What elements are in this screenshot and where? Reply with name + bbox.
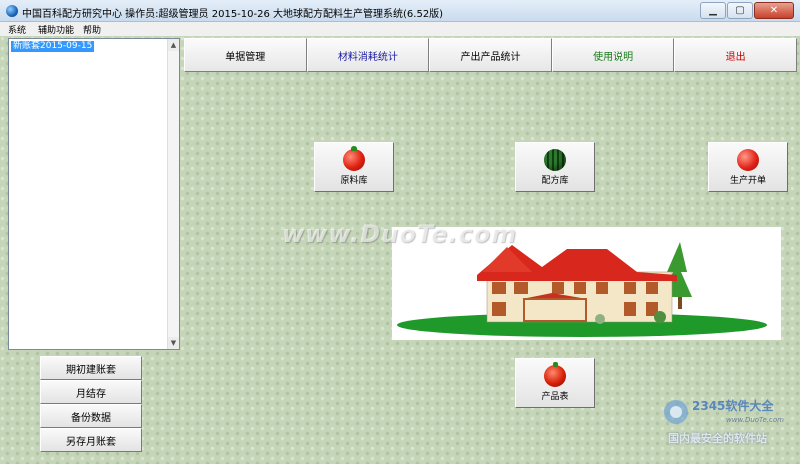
formula-library-button[interactable]: 配方库 bbox=[515, 142, 595, 192]
tomato-icon bbox=[343, 146, 365, 171]
watermelon-icon bbox=[544, 149, 566, 171]
list-item[interactable]: 新账套2015-09-15 bbox=[11, 41, 95, 52]
minimize-button[interactable]: ▁ bbox=[700, 2, 726, 19]
corner-brand: 2345软件大全 bbox=[692, 398, 774, 413]
menu-tools[interactable]: 辅助功能 bbox=[38, 23, 74, 36]
apple-icon bbox=[737, 149, 759, 171]
tab-instructions[interactable]: 使用说明 bbox=[551, 38, 675, 72]
corner-slogan: 国内最安全的软件站 bbox=[668, 432, 767, 445]
scroll-down-icon[interactable]: ▼ bbox=[168, 337, 179, 349]
production-order-label: 生产开单 bbox=[729, 176, 766, 186]
corner-url: www.DuoTe.com bbox=[726, 416, 784, 424]
close-button[interactable]: ✕ bbox=[754, 2, 794, 19]
save-month-account-button[interactable]: 另存月账套 bbox=[40, 428, 142, 452]
create-account-set-button[interactable]: 期初建账套 bbox=[40, 356, 142, 380]
corner-logo: 2345软件大全 www.DuoTe.com bbox=[660, 392, 798, 432]
production-order-button[interactable]: 生产开单 bbox=[708, 142, 788, 192]
tab-exit[interactable]: 退出 bbox=[674, 38, 797, 72]
window-title: 中国百科配方研究中心 操作员:超级管理员 2015-10-26 大地球配方配料生… bbox=[22, 9, 444, 20]
vertical-scrollbar[interactable]: ▲ ▼ bbox=[167, 39, 179, 349]
menu-system[interactable]: 系统 bbox=[8, 23, 26, 36]
tab-product-stats[interactable]: 产出产品统计 bbox=[429, 38, 552, 72]
2345-logo-icon: 2345软件大全 www.DuoTe.com bbox=[664, 398, 784, 424]
window-controls: ▁ ▢ ✕ bbox=[700, 2, 794, 19]
tab-documents[interactable]: 单据管理 bbox=[184, 38, 307, 72]
product-table-label: 产品表 bbox=[541, 392, 569, 402]
raw-material-button[interactable]: 原料库 bbox=[314, 142, 394, 192]
raw-material-label: 原料库 bbox=[340, 176, 368, 186]
account-list[interactable]: 新账套2015-09-15 ▲ ▼ bbox=[8, 38, 180, 350]
menu-bar: 系统 辅助功能 帮助 bbox=[0, 22, 800, 36]
month-end-button[interactable]: 月结存 bbox=[40, 380, 142, 404]
pepper-icon bbox=[544, 362, 566, 387]
product-table-button[interactable]: 产品表 bbox=[515, 358, 595, 408]
tab-material-stats[interactable]: 材料消耗统计 bbox=[306, 38, 430, 72]
backup-data-button[interactable]: 备份数据 bbox=[40, 404, 142, 428]
menu-help[interactable]: 帮助 bbox=[83, 23, 101, 36]
watermark-text: www.DuoTe.com bbox=[282, 220, 517, 248]
scroll-up-icon[interactable]: ▲ bbox=[168, 39, 179, 51]
function-tabs: 单据管理 材料消耗统计 产出产品统计 使用说明 退出 bbox=[184, 38, 797, 72]
title-bar: 中国百科配方研究中心 操作员:超级管理员 2015-10-26 大地球配方配料生… bbox=[0, 0, 800, 22]
formula-library-label: 配方库 bbox=[541, 176, 569, 186]
app-globe-icon bbox=[6, 5, 18, 17]
maximize-button[interactable]: ▢ bbox=[727, 2, 753, 19]
